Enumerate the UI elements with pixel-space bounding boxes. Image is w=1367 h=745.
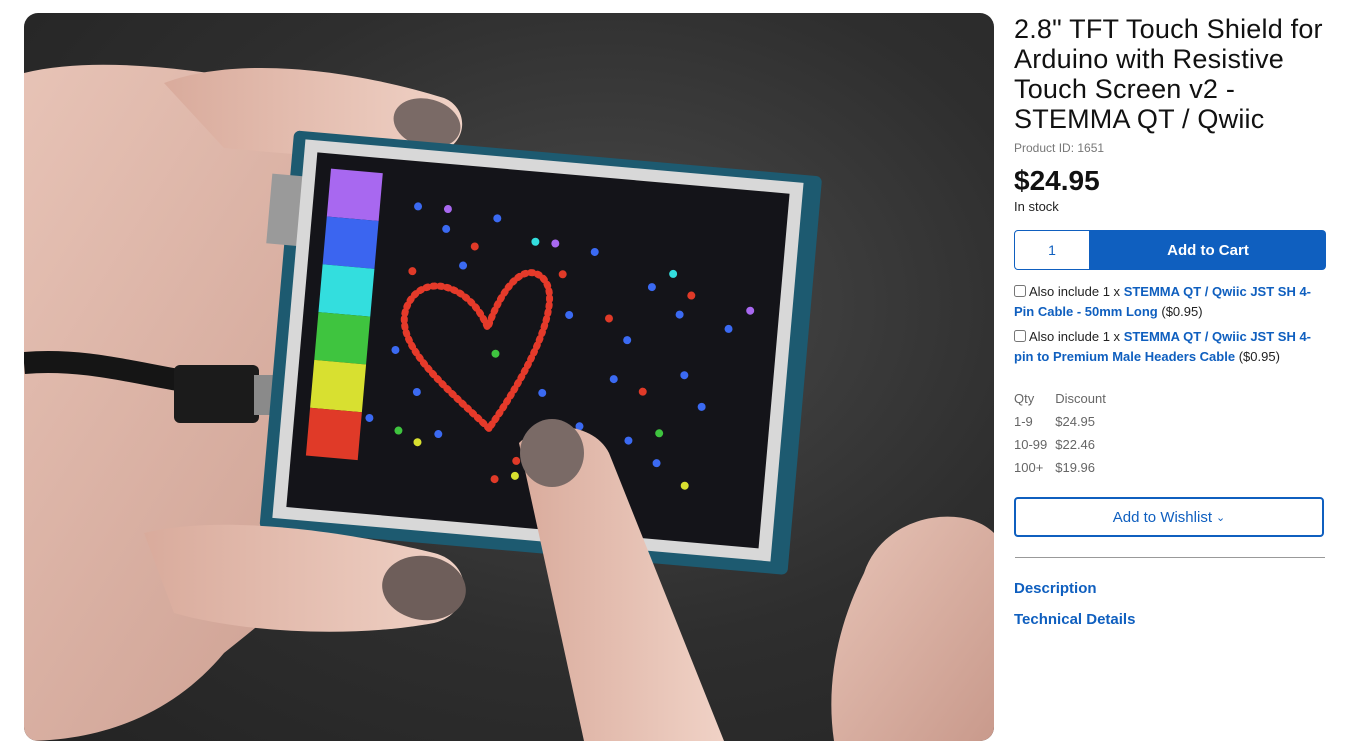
add-to-cart-button[interactable]: Add to Cart — [1090, 230, 1326, 270]
tab-technical-details[interactable]: Technical Details — [1014, 611, 1326, 628]
addon-price-2: ($0.95) — [1238, 349, 1280, 364]
discount-price: $24.95 — [1055, 414, 1096, 429]
table-row: 1-9 $24.95 — [1014, 414, 1114, 437]
addon-prefix-2: Also include 1 x — [1029, 329, 1121, 344]
addon-option-2: Also include 1 x STEMMA QT / Qwiic JST S… — [1014, 327, 1326, 367]
discount-price: $22.46 — [1055, 437, 1096, 452]
stock-status: In stock — [1014, 199, 1059, 214]
tab-description[interactable]: Description — [1014, 580, 1326, 597]
product-image[interactable] — [24, 13, 994, 741]
addon-option-1: Also include 1 x STEMMA QT / Qwiic JST S… — [1014, 282, 1326, 322]
addon-checkbox-1[interactable] — [1014, 285, 1026, 297]
product-id: Product ID: 1651 — [1014, 141, 1105, 155]
table-row: 100+ $19.96 — [1014, 460, 1114, 483]
addon-checkbox-2[interactable] — [1014, 330, 1026, 342]
chevron-down-icon: ⌄ — [1215, 511, 1226, 524]
wishlist-label: Add to Wishlist — [1112, 508, 1212, 526]
addon-price-1: ($0.95) — [1161, 304, 1203, 319]
discount-price: $19.96 — [1055, 460, 1096, 475]
discount-header-qty: Qty — [1014, 391, 1035, 406]
add-to-wishlist-button[interactable]: Add to Wishlist ⌄ — [1014, 497, 1324, 537]
discount-qty: 10-99 — [1014, 437, 1048, 452]
product-title: 2.8" TFT Touch Shield for Arduino with R… — [1014, 14, 1323, 134]
discount-qty: 1-9 — [1014, 414, 1033, 429]
discount-table: Qty Discount 1-9 $24.95 10-99 $22.46 100… — [1014, 391, 1114, 483]
quantity-input[interactable] — [1014, 230, 1090, 270]
discount-header-discount: Discount — [1055, 391, 1106, 406]
product-price: $24.95 — [1014, 165, 1100, 196]
divider — [1015, 557, 1325, 558]
product-photo-illustration — [24, 64, 994, 741]
discount-qty: 100+ — [1014, 460, 1044, 475]
addon-prefix-1: Also include 1 x — [1029, 284, 1121, 299]
product-info-panel: 2.8" TFT Touch Shield for Arduino with R… — [1014, 14, 1326, 628]
add-to-cart-row: Add to Cart — [1014, 230, 1326, 270]
table-row: 10-99 $22.46 — [1014, 437, 1114, 460]
